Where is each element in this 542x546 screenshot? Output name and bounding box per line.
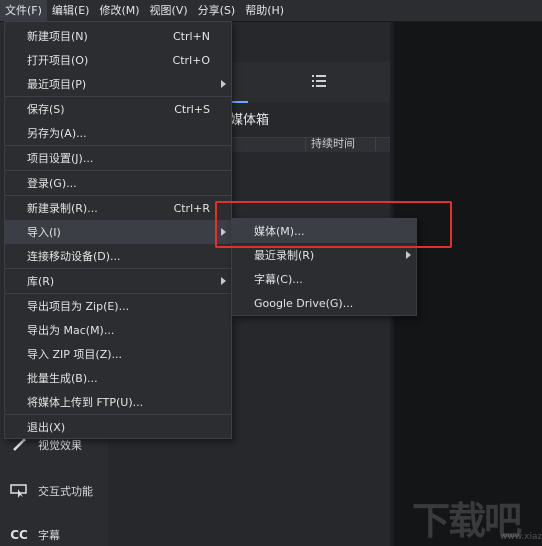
cc-icon: CC [10,528,28,542]
annotation-highlight-box [215,201,452,248]
submenu-arrow-icon [221,277,226,285]
menu-item-exit[interactable]: 退出(X) [5,415,231,439]
menu-item-label: 最近录制(R) [254,249,315,262]
column-divider[interactable] [305,137,306,151]
menu-bar: 文件(F) 编辑(E) 修改(M) 视图(V) 分享(S) 帮助(H) [0,0,542,22]
menu-file[interactable]: 文件(F) [0,0,47,21]
column-divider[interactable] [375,137,376,151]
menu-item-label: 打开项目(O) [27,54,89,67]
menu-item-new-recording[interactable]: 新建录制(R)... Ctrl+R [5,196,231,220]
tool-interactive[interactable]: 交互式功能 [8,483,93,499]
media-bin-title: 媒体箱 [230,113,270,128]
menu-item-label: 项目设置(J)... [27,152,94,165]
menu-item-label: 保存(S) [27,103,65,116]
wand-icon [8,437,30,453]
submenu-arrow-icon [221,80,226,88]
menu-view[interactable]: 视图(V) [145,0,193,21]
menu-item-save-as[interactable]: 另存为(A)... [5,121,231,145]
tool-captions[interactable]: CC 字幕 [8,527,60,543]
panel-tabstrip [230,62,390,102]
list-view-icon[interactable] [312,74,326,88]
menu-item-shortcut: Ctrl+R [173,201,210,215]
submenu-item-captions[interactable]: 字幕(C)... [232,267,416,291]
menu-item-label: 另存为(A)... [27,127,87,140]
menu-item-new-project[interactable]: 新建项目(N) Ctrl+N [5,24,231,48]
tool-label: 视觉效果 [38,439,82,452]
menu-item-label: 导入(I) [27,226,61,239]
menu-item-import[interactable]: 导入(I) [5,220,231,244]
menu-item-shortcut: Ctrl+O [172,53,210,67]
menu-item-login[interactable]: 登录(G)... [5,171,231,195]
menu-item-batch-produce[interactable]: 批量生成(B)... [5,366,231,390]
menu-item-export-mac[interactable]: 导出为 Mac(M)... [5,318,231,342]
menu-item-connect-mobile[interactable]: 连接移动设备(D)... [5,244,231,268]
menu-item-label: 库(R) [27,275,55,288]
interactive-icon [8,483,30,499]
file-menu: 新建项目(N) Ctrl+N 打开项目(O) Ctrl+O 最近项目(P) 保存… [4,21,232,439]
tool-label: 字幕 [38,529,60,542]
submenu-arrow-icon [406,251,411,259]
menu-item-label: 导入 ZIP 项目(Z)... [27,348,123,361]
menu-item-label: 登录(G)... [27,177,77,190]
watermark-url: www.xiazaiba.com [500,532,542,542]
menu-item-upload-ftp[interactable]: 将媒体上传到 FTP(U)... [5,390,231,414]
menu-item-label: 最近项目(P) [27,78,87,91]
menu-item-library[interactable]: 库(R) [5,269,231,293]
menu-item-label: 退出(X) [27,421,66,434]
menu-item-project-settings[interactable]: 项目设置(J)... [5,146,231,170]
menu-item-open-project[interactable]: 打开项目(O) Ctrl+O [5,48,231,72]
menu-edit[interactable]: 编辑(E) [47,0,95,21]
menu-item-import-zip[interactable]: 导入 ZIP 项目(Z)... [5,342,231,366]
submenu-item-google-drive[interactable]: Google Drive(G)... [232,291,416,315]
menu-item-label: 将媒体上传到 FTP(U)... [27,396,144,409]
menu-item-shortcut: Ctrl+N [172,29,210,43]
menu-item-label: Google Drive(G)... [254,296,354,310]
menu-item-recent-projects[interactable]: 最近项目(P) [5,72,231,96]
menu-item-label: 连接移动设备(D)... [27,250,121,263]
menu-item-save[interactable]: 保存(S) Ctrl+S [5,97,231,121]
menu-share[interactable]: 分享(S) [193,0,241,21]
active-tab-indicator [230,101,248,103]
menu-item-label: 新建录制(R)... [27,202,98,215]
menu-help[interactable]: 帮助(H) [240,0,289,21]
menu-item-label: 导出为 Mac(M)... [27,324,115,337]
menu-modify[interactable]: 修改(M) [94,0,144,21]
menu-item-label: 字幕(C)... [254,273,303,286]
menu-item-shortcut: Ctrl+S [174,102,210,116]
menu-item-label: 批量生成(B)... [27,372,98,385]
menu-item-label: 导出项目为 Zip(E)... [27,300,130,313]
column-duration[interactable]: 持续时间 [311,137,355,151]
menu-item-export-zip[interactable]: 导出项目为 Zip(E)... [5,294,231,318]
tool-label: 交互式功能 [38,485,93,498]
tool-visual-effects[interactable]: 视觉效果 [8,437,82,453]
menu-item-label: 新建项目(N) [27,30,88,43]
